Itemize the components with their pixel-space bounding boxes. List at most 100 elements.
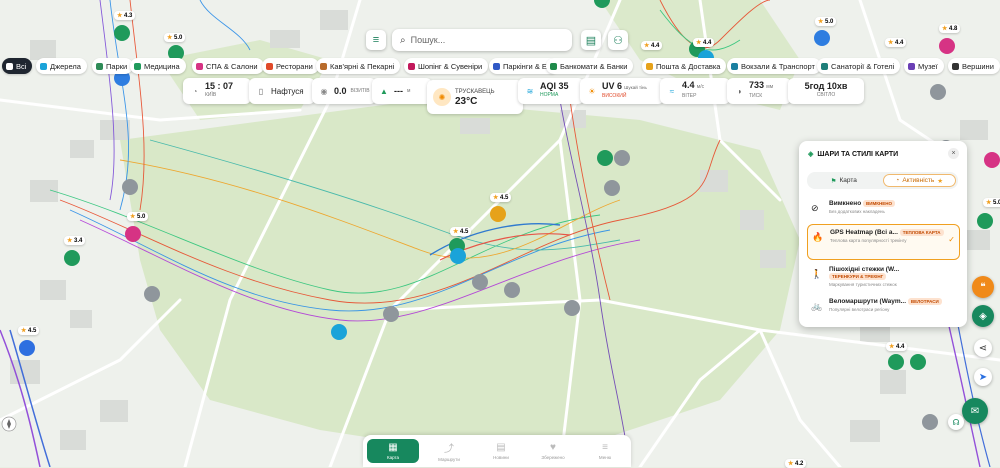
category-chip-1[interactable]: Джерела xyxy=(36,58,87,74)
uv-widget: ☀ UV 6 Шукай тінь ВИСОКИЙ xyxy=(580,78,664,104)
nav-3[interactable]: ♥ Збережено xyxy=(527,435,579,467)
uv-note: Шукай тінь xyxy=(624,84,647,90)
rating-value: 4.4 xyxy=(895,40,904,46)
naftusya-widget[interactable]: ▯ Нафтуся xyxy=(249,78,315,104)
mountain-icon: ▲ xyxy=(380,86,388,96)
category-chip-6[interactable]: Кав'ярні & Пекарні xyxy=(316,58,401,74)
category-icon xyxy=(320,62,327,70)
category-chip-3[interactable]: Медицина xyxy=(130,58,186,74)
chat-bubbles-button[interactable]: ❝ xyxy=(972,276,994,298)
category-label: Кав'ярні & Пекарні xyxy=(330,61,395,71)
search-input[interactable]: Пошук... xyxy=(411,35,446,45)
layer-description: Теплова карта популярності трекінгу xyxy=(830,238,907,243)
category-chip-7[interactable]: Шопінг & Сувеніри xyxy=(404,58,489,74)
nav-1[interactable]: ⤴ Маршрути xyxy=(423,435,475,467)
category-chip-13[interactable]: Музеї xyxy=(904,58,944,74)
layers-toggle-button[interactable]: ◈ xyxy=(972,305,994,327)
layer-description: Популярні велотраси регіону xyxy=(829,307,890,312)
category-icon xyxy=(196,62,203,70)
uv-value: UV 6 xyxy=(602,80,623,91)
category-chip-9[interactable]: Банкомати & Банки xyxy=(546,58,634,74)
nav-0[interactable]: ▦ Карта xyxy=(367,439,419,463)
layer-title: Веломаршрути (Waym... xyxy=(829,298,908,305)
layers-tabs: ⚑ Карта ◔ Активність ★ xyxy=(807,172,958,189)
clock-icon: ◔ xyxy=(192,86,198,96)
rating-badge: ★ 5.0 xyxy=(164,33,186,42)
category-chip-4[interactable]: СПА & Салони xyxy=(192,58,264,74)
wind-icon: ≈ xyxy=(669,86,675,96)
cup-icon: ▯ xyxy=(258,86,264,96)
time-widget: ◔ 15 : 07 КИЇВ xyxy=(183,78,251,104)
layer-option-0[interactable]: ⊘ Вимкнено ВИМКНЕНО Без додаткових накладе… xyxy=(807,196,958,220)
layer-icon: 🚶 xyxy=(811,269,823,279)
time-hours: 15 xyxy=(205,81,216,91)
rating-value: 5.0 xyxy=(993,200,1000,206)
tab-activity[interactable]: ◔ Активність ★ xyxy=(882,174,956,187)
check-icon: ✓ xyxy=(948,235,955,244)
rating-value: 4.4 xyxy=(703,40,712,46)
activity-icon: ◔ xyxy=(895,177,900,184)
layers-title-text: ШАРИ ТА СТИЛІ КАРТИ xyxy=(817,150,899,158)
elevation-value: --- xyxy=(394,86,403,96)
category-label: Пошта & Доставка xyxy=(656,61,721,71)
category-chip-2[interactable]: Парки xyxy=(92,58,134,74)
close-icon[interactable]: × xyxy=(948,148,959,159)
nav-2[interactable]: ▤ Новини xyxy=(475,435,527,467)
category-label: Банкомати & Банки xyxy=(560,61,628,71)
layer-option-3[interactable]: 🚲 Веломаршрути (Waym... ВЕЛОТРАСИ Популярн… xyxy=(807,294,958,322)
headset-icon[interactable]: ☊ xyxy=(948,414,964,430)
menu-button[interactable]: ≡ xyxy=(366,30,386,50)
news-button[interactable]: ▤ xyxy=(581,30,601,50)
category-chip-5[interactable]: Ресторани xyxy=(262,58,319,74)
layer-tag: ВЕЛОТРАСИ xyxy=(907,298,942,305)
category-chip-0[interactable]: Всі xyxy=(2,58,33,74)
category-label: Паркінги & EV xyxy=(503,61,552,71)
search-icon: ⌕ xyxy=(400,34,406,46)
layer-option-1[interactable]: 🔥 GPS Heatmap (Всі а... ТЕПЛОВА КАРТА Тепл… xyxy=(807,224,960,260)
rating-badge: ★ 4.5 xyxy=(490,193,512,202)
rating-badge: ★ 4.4 xyxy=(886,342,908,351)
category-chip-12[interactable]: Санаторії & Готелі xyxy=(817,58,901,74)
category-label: Парки xyxy=(106,61,128,71)
wind-widget: ≈ 4.4 м/с ВІТЕР xyxy=(660,78,730,104)
layer-title: GPS Heatmap (Всі а... xyxy=(830,229,900,236)
pressure-value: 733 xyxy=(749,80,765,90)
rating-value: 4.3 xyxy=(124,13,133,19)
layers-icon: ◈ xyxy=(808,151,814,158)
star-icon: ★ xyxy=(986,200,994,206)
rating-badge: ★ 4.4 xyxy=(641,41,663,50)
rating-badge: ★ 4.5 xyxy=(450,227,472,236)
elevation-unit: м xyxy=(407,88,411,94)
aqi-sub: НОРМА xyxy=(540,92,559,98)
layer-description: Без додаткових накладень xyxy=(829,209,885,214)
elevation-widget: ▲ --- м xyxy=(372,78,432,104)
rating-badge: ★ 4.5 xyxy=(18,326,40,335)
locate-icon[interactable]: ➤ xyxy=(974,368,992,386)
tab-map[interactable]: ⚑ Карта xyxy=(807,172,881,189)
category-icon xyxy=(134,62,141,70)
star-icon: ★ xyxy=(788,461,796,467)
support-chat-button[interactable]: ✉ xyxy=(962,398,988,424)
category-chip-11[interactable]: Вокзали & Транспорт xyxy=(727,58,821,74)
nav-icon: ▤ xyxy=(496,442,506,453)
category-label: Медицина xyxy=(144,61,180,71)
weather-widget[interactable]: ✺ ТРУСКАВЕЦЬ 23°C xyxy=(427,80,523,114)
profile-button[interactable]: ⚇ xyxy=(608,30,628,50)
category-icon xyxy=(40,62,47,70)
category-icon xyxy=(96,62,103,70)
nav-4[interactable]: ≡ Меню xyxy=(579,435,631,467)
star-icon: ★ xyxy=(818,19,826,25)
category-chip-10[interactable]: Пошта & Доставка xyxy=(642,58,727,74)
gauge-icon: ◑ xyxy=(736,86,742,96)
daylight-widget: 5год 10хв СВІТЛО xyxy=(788,78,864,104)
nav-icon: ⤴ xyxy=(444,444,454,455)
share-icon[interactable]: ⋖ xyxy=(974,339,992,357)
layer-option-2[interactable]: 🚶 Пішохідні стежки (W... ТЕРЕНКУРИ & ТРЕК… xyxy=(807,262,958,290)
category-label: Санаторії & Готелі xyxy=(831,61,895,71)
layer-icon: 🔥 xyxy=(812,232,824,242)
star-icon: ★ xyxy=(21,328,29,334)
category-chip-14[interactable]: Вершини xyxy=(948,58,1000,74)
tab-map-label: Карта xyxy=(839,177,857,184)
uv-icon: ☀ xyxy=(588,86,596,96)
search-bar[interactable]: ⌕ Пошук... xyxy=(392,29,572,51)
